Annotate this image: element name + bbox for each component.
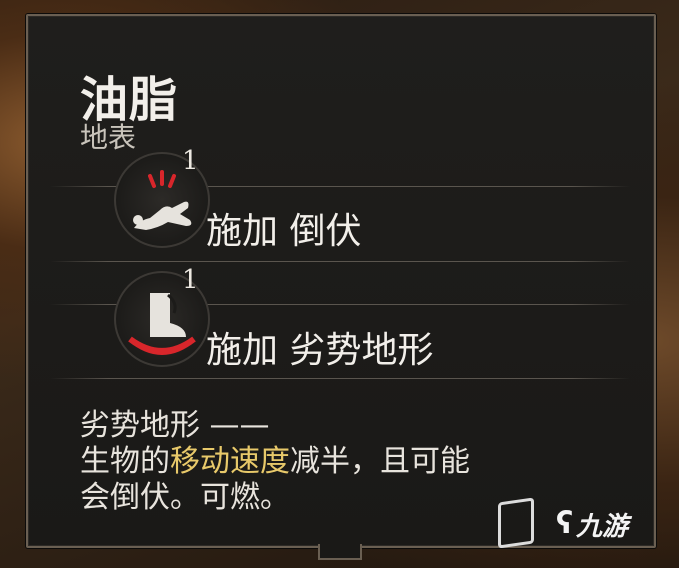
- description-text: 减半，且可能: [290, 444, 470, 479]
- stack-count: 1: [182, 146, 199, 176]
- jiuyou-s-glyph-icon: ʕ: [556, 506, 574, 541]
- divider: [50, 378, 630, 379]
- jiuyou-logo-icon: [498, 497, 534, 549]
- divider: [50, 261, 630, 262]
- description-text: 生物的: [80, 444, 170, 479]
- description-line: 生物的移动速度减半，且可能: [80, 444, 600, 480]
- tooltip-subtitle: 地表: [80, 121, 137, 154]
- watermark-text: 九游: [576, 512, 629, 542]
- effect-label-difficult-terrain: 施加 劣势地形: [206, 330, 434, 371]
- effect-row-prone: 1 施加 倒伏: [114, 146, 634, 252]
- keyword-movement-speed[interactable]: 移动速度: [170, 444, 290, 479]
- effect-row-difficult-terrain: 1 施加 劣势地形: [114, 265, 634, 371]
- stack-count: 1: [182, 265, 199, 295]
- effect-label-prone: 施加 倒伏: [206, 211, 362, 252]
- tooltip-panel: 油脂 地表 1 施加 倒伏 1 施加 劣势地形 劣势地形 —— 生物的移动速度减…: [26, 14, 656, 548]
- description-line: 劣势地形 ——: [80, 408, 270, 443]
- watermark: ʕ 九游: [498, 492, 673, 562]
